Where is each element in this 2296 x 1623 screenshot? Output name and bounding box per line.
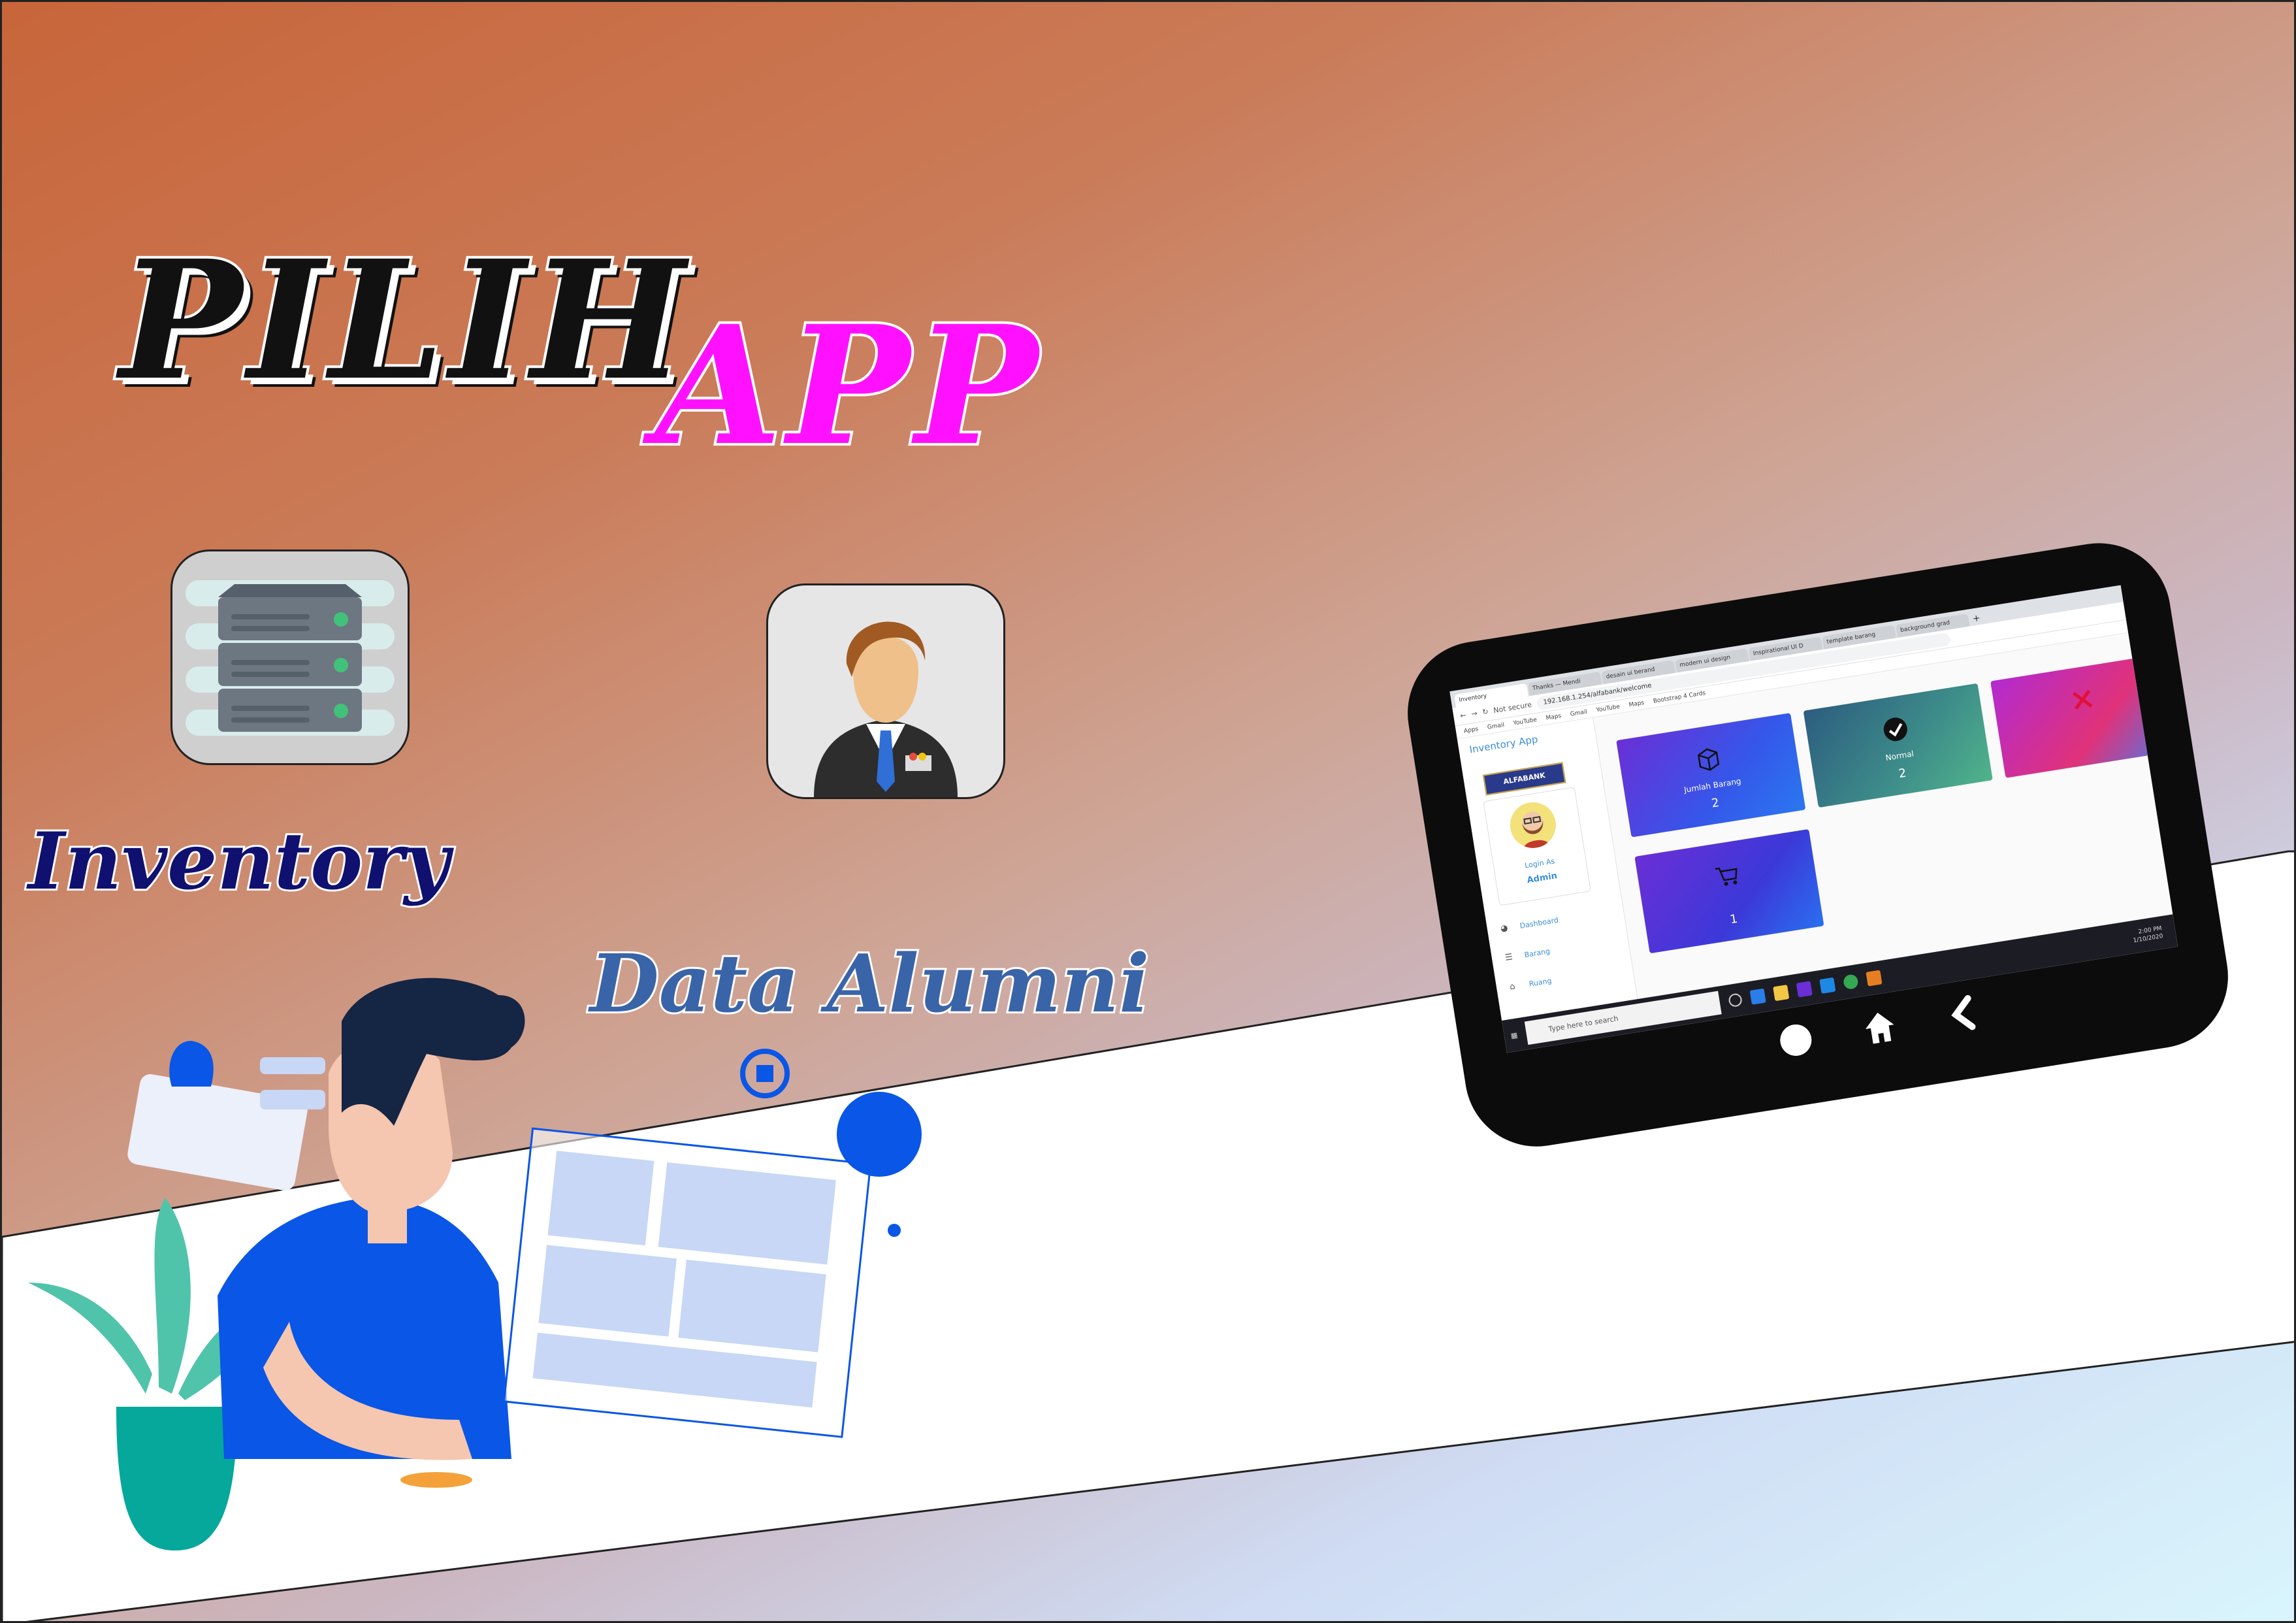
- box-icon: [1697, 748, 1720, 771]
- user-profile-icon: [814, 621, 958, 797]
- home-icon[interactable]: [1857, 1004, 1902, 1049]
- x-icon: [2073, 689, 2093, 710]
- explorer-icon[interactable]: [1773, 984, 1790, 1002]
- task-view-icon[interactable]: [1728, 992, 1743, 1008]
- alumni-app-button[interactable]: [766, 583, 1005, 799]
- bookmark-item[interactable]: YouTube: [1596, 703, 1621, 713]
- cart-icon: [1715, 867, 1738, 886]
- windows-start-icon[interactable]: ▦: [1510, 1030, 1518, 1040]
- poster-canvas: PILIH APP Inventory Data Alumni Inventor…: [0, 0, 2296, 1623]
- sidebar-item-dashboard[interactable]: ◕ Dashboard: [1500, 915, 1559, 934]
- reload-icon[interactable]: ↻: [1481, 707, 1489, 716]
- app-icon[interactable]: [1796, 981, 1813, 998]
- app-sidebar: Inventory App ALFABANK Login As Admin ◕ …: [1457, 717, 1638, 1021]
- clock-date: 1/10/2020: [2133, 933, 2164, 945]
- sidebar-item-label: Ruang: [1528, 975, 1553, 989]
- inventory-label[interactable]: Inventory: [26, 813, 451, 910]
- bookmark-item[interactable]: Gmail: [1570, 708, 1588, 717]
- bookmark-item[interactable]: YouTube: [1513, 716, 1538, 727]
- list-icon: ☰: [1504, 952, 1513, 963]
- bookmark-item[interactable]: Maps: [1545, 713, 1562, 722]
- bookmark-item[interactable]: Maps: [1628, 699, 1645, 708]
- stat-card-rusak[interactable]: [1990, 653, 2178, 778]
- building-icon: ⌂: [1509, 981, 1516, 992]
- sidebar-item-ruang[interactable]: ⌂ Ruang: [1509, 975, 1553, 992]
- stat-card-keluar[interactable]: 1: [1634, 828, 1824, 954]
- stat-card-jumlah-barang[interactable]: Jumlah Barang 2: [1616, 713, 1806, 838]
- app-icon[interactable]: [1866, 970, 1883, 987]
- sidebar-item-label: Dashboard: [1519, 915, 1559, 930]
- forward-icon[interactable]: →: [1470, 709, 1478, 718]
- check-icon: [1883, 717, 1907, 742]
- profile-box: Login As Admin: [1483, 787, 1591, 906]
- taskbar-clock: 2:00 PM 1/10/2020: [2131, 925, 2163, 945]
- back-arrow-icon[interactable]: [1941, 991, 1986, 1036]
- stat-value: [2001, 723, 2176, 751]
- chrome-icon[interactable]: [1843, 974, 1860, 991]
- inventory-app-button[interactable]: [170, 549, 410, 765]
- sidebar-item-barang[interactable]: ☰ Barang: [1504, 946, 1551, 963]
- avatar: [1506, 798, 1559, 851]
- person-illustration: [28, 977, 922, 1550]
- bookmark-item[interactable]: Apps: [1463, 726, 1479, 734]
- sidebar-item-label: Barang: [1523, 946, 1551, 959]
- back-icon[interactable]: ←: [1459, 711, 1466, 720]
- circle-button-icon[interactable]: [1773, 1018, 1819, 1063]
- stat-value: 1: [1728, 911, 1739, 927]
- vscode-icon[interactable]: [1819, 977, 1836, 994]
- bookmark-item[interactable]: Gmail: [1487, 721, 1505, 730]
- not-secure-label: Not secure: [1493, 700, 1533, 715]
- title-app: APP: [653, 287, 1043, 484]
- edge-icon[interactable]: [1750, 988, 1767, 1005]
- app-title[interactable]: Inventory App: [1468, 733, 1538, 755]
- stat-card-normal[interactable]: Normal 2: [1803, 683, 1993, 808]
- dashboard-icon: ◕: [1500, 923, 1509, 934]
- server-icon: [186, 580, 395, 736]
- title-pilih: PILIH: [117, 221, 690, 419]
